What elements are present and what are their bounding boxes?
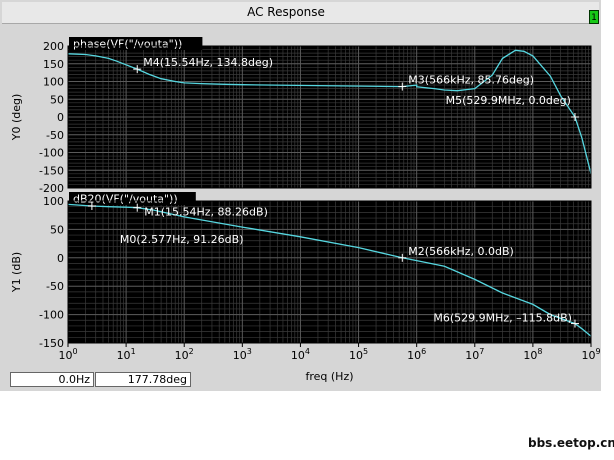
marker-label: M2(566kHz, 0.0dB) [408,245,514,258]
y-tick-label: 50 [50,93,64,106]
y-tick-label: -200 [39,182,64,195]
y-tick-label: 100 [43,195,64,208]
marker-label: M6(529.9MHz, –115.8dB) [433,312,572,325]
marker-label: M3(566kHz, 85.76deg) [408,74,534,87]
marker-label: M5(529.9MHz, 0.0deg) [446,94,571,107]
plot-panel-1: -150-100-50050100Y1 (dB)dB20(VF("/vouta"… [10,192,601,383]
trace-tag-label: dB20(VF("/vouta")) [73,193,178,206]
y-tick-label: -100 [39,147,64,160]
marker-label: M0(2.577Hz, 91.26dB) [120,233,244,246]
x-tick-label: 100 [58,347,77,362]
y-tick-label: 50 [50,223,64,236]
y-tick-label: 0 [57,111,64,124]
y-tick-label: -150 [39,164,64,177]
y-axis-label: Y0 (deg) [10,94,23,142]
ac-response-chart: -200 -150 -100 -50 0 50 100 150 200 Y0 (deg) phase… [10,37,601,383]
x-axis-label: freq (Hz) [305,370,353,383]
marker-label: M1(15.54Hz, 88.26dB) [144,206,268,219]
y-tick-label: -50 [46,280,64,293]
x-tick-label: 105 [349,347,368,362]
plot-panel-0: -200 -150 -100 -50 0 50 100 150 200 Y0 (deg) phase… [10,37,592,195]
x-tick-label: 109 [581,347,600,362]
y-tick-label: -50 [46,129,64,142]
site-watermark: bbs.eetop.cn [528,436,614,450]
cursor-y-readout: 177.78deg [95,372,191,387]
marker-label: M4(15.54Hz, 134.8deg) [143,56,273,69]
y-tick-label: 0 [57,252,64,265]
y-tick-label: 100 [43,76,64,89]
waveform-window: AC Response 1 -200 -150 -100 -50 0 50 100 150 20… [0,0,601,391]
trace-tag-label: phase(VF("/vouta")) [73,38,182,51]
x-tick-label: 102 [175,347,194,362]
x-tick-label: 108 [523,347,542,362]
y-axis-label: Y1 (dB) [10,252,23,293]
x-tick-label: 104 [291,347,310,362]
x-tick-label: 106 [407,347,426,362]
x-tick-label: 101 [117,347,136,362]
x-tick-label: 103 [233,347,252,362]
cursor-x-readout: 0.0Hz [10,372,94,387]
y-tick-label: 200 [43,40,64,53]
x-tick-label: 107 [465,347,484,362]
y-tick-label: -100 [39,309,64,322]
y-tick-label: 150 [43,58,64,71]
